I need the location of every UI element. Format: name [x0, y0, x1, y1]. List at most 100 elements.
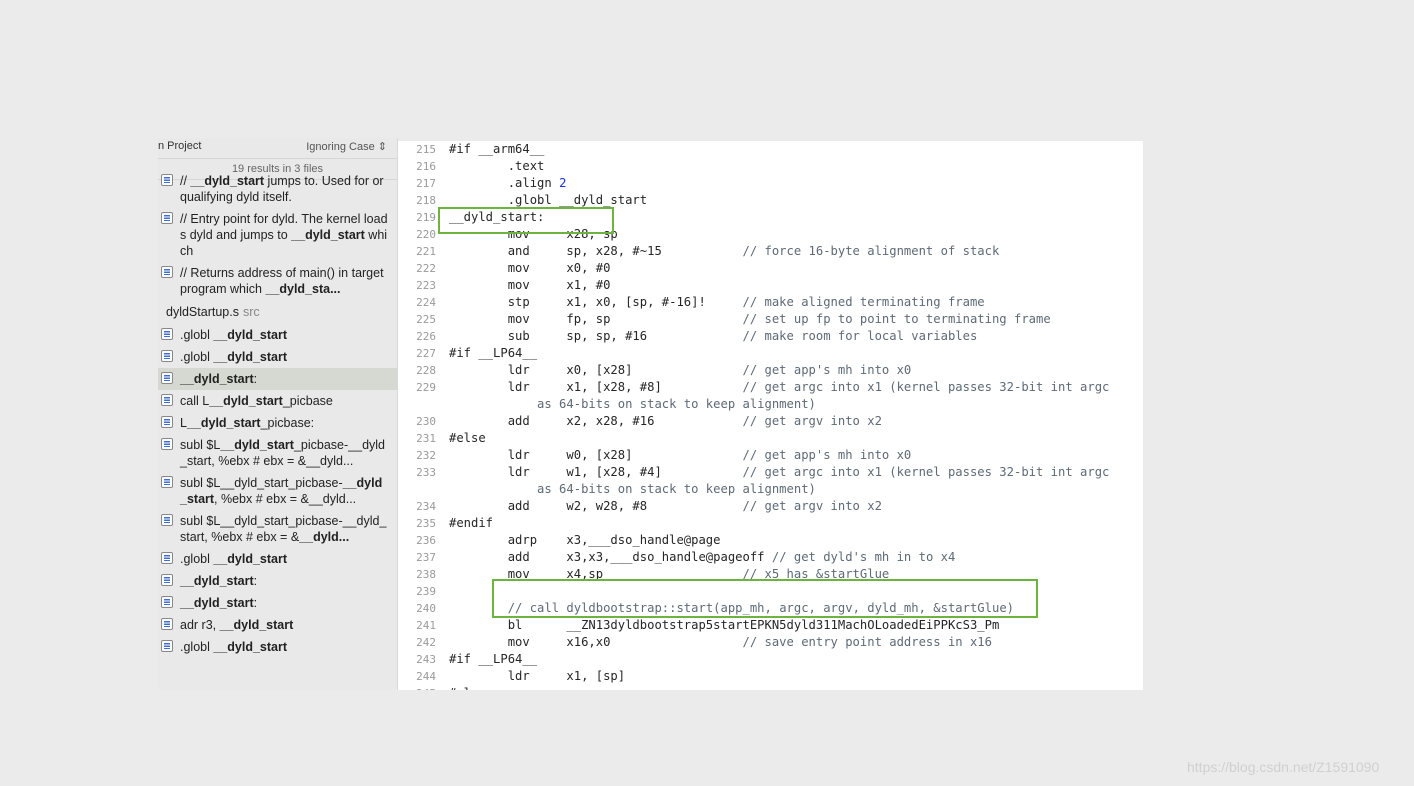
- line-number: 228: [416, 364, 436, 377]
- result-text-part: .globl: [180, 328, 214, 342]
- result-item[interactable]: .globl __dyld_start: [158, 548, 397, 570]
- line-number: 235: [416, 517, 436, 530]
- code-text: .align: [449, 176, 560, 190]
- result-item[interactable]: subl $L__dyld_start_picbase-__dyld_start…: [158, 510, 397, 548]
- search-scope[interactable]: n Project: [158, 140, 201, 152]
- line-number: 237: [416, 551, 436, 564]
- source-line-icon: [161, 174, 173, 186]
- result-item[interactable]: subl $L__dyld_start_picbase-__dyld_start…: [158, 434, 397, 472]
- line-number: 238: [416, 568, 436, 581]
- code-line: 226 sub sp, sp, #16 // make room for loc…: [398, 328, 1143, 345]
- result-item[interactable]: // __dyld_start jumps to. Used for or qu…: [158, 170, 397, 208]
- result-text-part: subl $L__dyld_start_picbase-__dyld_start…: [180, 514, 387, 544]
- result-item[interactable]: __dyld_start:: [158, 368, 397, 390]
- code-text: add w2, w28, #8: [449, 499, 743, 513]
- source-line-icon: [161, 350, 173, 362]
- file-name: dyldStartup.s: [166, 305, 239, 319]
- line-number: 226: [416, 330, 436, 343]
- code-comment: // make room for local variables: [742, 329, 978, 343]
- code-text: ldr x1, [sp]: [449, 669, 626, 683]
- code-text: mov x0, #0: [449, 261, 611, 275]
- result-text: adr r3, __dyld_start: [180, 617, 389, 633]
- watermark: https://blog.csdn.net/Z1591090: [1187, 759, 1380, 775]
- code-line: 236 adrp x3,___dso_handle@page: [398, 532, 1143, 549]
- code-text: mov x16,x0: [449, 635, 743, 649]
- result-text-part: __dyld_start: [186, 416, 261, 430]
- result-item[interactable]: subl $L__dyld_start_picbase-__dyld_start…: [158, 472, 397, 510]
- annotation-box-dyld-start: [438, 207, 614, 234]
- code-text: .text: [449, 159, 545, 173]
- result-text-part: , %ebx # ebx = &__dyld...: [214, 492, 357, 506]
- result-text-part: _picbase:: [260, 416, 315, 430]
- code-line: 222 mov x0, #0: [398, 260, 1143, 277]
- result-text: .globl __dyld_start: [180, 551, 389, 567]
- code-line: 233 ldr w1, [x28, #4] // get argc into x…: [398, 464, 1143, 481]
- code-comment: // get app's mh into x0: [742, 448, 912, 462]
- code-line: 237 add x3,x3,___dso_handle@pageoff // g…: [398, 549, 1143, 566]
- result-item[interactable]: // Entry point for dyld. The kernel load…: [158, 208, 397, 262]
- source-line-icon: [161, 596, 173, 608]
- result-item[interactable]: L__dyld_start_picbase:: [158, 412, 397, 434]
- result-item[interactable]: adr r3, __dyld_start: [158, 614, 397, 636]
- source-line-icon: [161, 476, 173, 488]
- source-line-icon: [161, 514, 173, 526]
- line-number: 229: [416, 381, 436, 394]
- code-text: #endif: [449, 516, 494, 530]
- source-line-icon: [161, 640, 173, 652]
- code-line: 216 .text: [398, 158, 1143, 175]
- result-text-part: __dyld_start: [213, 328, 288, 342]
- line-number: 234: [416, 500, 436, 513]
- code-text: mov fp, sp: [449, 312, 743, 326]
- result-text-part: __dyld_start: [213, 552, 288, 566]
- result-text: // __dyld_start jumps to. Used for or qu…: [180, 173, 389, 205]
- result-text-part: __dyld_sta...: [265, 282, 341, 296]
- line-number: [398, 396, 449, 413]
- result-text-part: .globl: [180, 640, 214, 654]
- result-text: L__dyld_start_picbase:: [180, 415, 389, 431]
- search-options-bar: n Project Ignoring Case ⇕: [158, 138, 397, 158]
- line-number: 231: [416, 432, 436, 445]
- result-item[interactable]: __dyld_start:: [158, 592, 397, 614]
- source-line-icon: [161, 552, 173, 564]
- code-comment: // set up fp to point to terminating fra…: [742, 312, 1051, 326]
- code-line: 217 .align 2: [398, 175, 1143, 192]
- line-number: [398, 481, 449, 498]
- code-text: ldr w0, [x28]: [449, 448, 743, 462]
- code-text: add x3,x3,___dso_handle@pageoff: [449, 550, 772, 564]
- code-line: 244 ldr x1, [sp]: [398, 668, 1143, 685]
- code-line: 234 add w2, w28, #8 // get argv into x2: [398, 498, 1143, 515]
- result-text: __dyld_start:: [180, 595, 389, 611]
- code-comment: // force 16-byte alignment of stack: [742, 244, 1000, 258]
- result-text-part: .globl: [180, 552, 214, 566]
- line-number: 236: [416, 534, 436, 547]
- code-line: 215 #if __arm64__: [398, 141, 1143, 158]
- result-text-part: subl $L: [180, 438, 221, 452]
- result-file-header[interactable]: dyldStartup.s src: [158, 300, 397, 324]
- code-text: #if __LP64__: [449, 652, 538, 666]
- code-line: as 64-bits on stack to keep alignment): [398, 481, 1143, 498]
- code-line: 230 add x2, x28, #16 // get argv into x2: [398, 413, 1143, 430]
- result-text-part: __dyld_start: [180, 372, 254, 386]
- result-text-part: __dyld_start: [291, 228, 365, 242]
- case-sensitivity-dropdown[interactable]: Ignoring Case ⇕: [306, 140, 387, 153]
- code-text: add x2, x28, #16: [449, 414, 743, 428]
- result-text-part: _picbase: [282, 394, 333, 408]
- result-text: __dyld_start:: [180, 371, 389, 387]
- result-item[interactable]: call L__dyld_start_picbase: [158, 390, 397, 412]
- result-text: .globl __dyld_start: [180, 327, 389, 343]
- line-number: 221: [416, 245, 436, 258]
- result-item[interactable]: .globl __dyld_start: [158, 636, 397, 658]
- code-text: stp x1, x0, [sp, #-16]!: [449, 295, 743, 309]
- result-text: // Returns address of main() in target p…: [180, 265, 389, 297]
- results-list[interactable]: // __dyld_start jumps to. Used for or qu…: [158, 170, 397, 658]
- result-item[interactable]: .globl __dyld_start: [158, 324, 397, 346]
- result-item[interactable]: // Returns address of main() in target p…: [158, 262, 397, 300]
- code-line: 232 ldr w0, [x28] // get app's mh into x…: [398, 447, 1143, 464]
- result-text-part: subl $L__dyld_start_picbase-: [180, 476, 343, 490]
- result-text: subl $L__dyld_start_picbase-__dyld_start…: [180, 513, 389, 545]
- result-item[interactable]: .globl __dyld_start: [158, 346, 397, 368]
- code-text: sub sp, sp, #16: [449, 329, 743, 343]
- result-item[interactable]: __dyld_start:: [158, 570, 397, 592]
- result-text-part: L: [180, 416, 187, 430]
- line-number: 242: [416, 636, 436, 649]
